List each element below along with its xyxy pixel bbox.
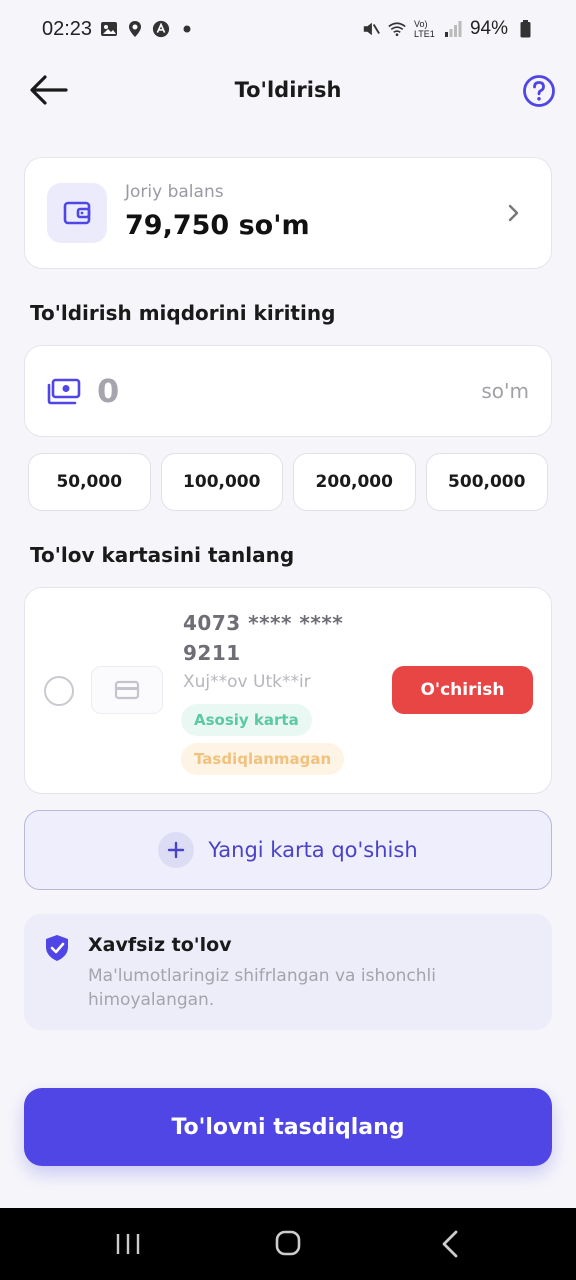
page-title: To'ldirish xyxy=(234,78,342,102)
battery-icon xyxy=(516,20,534,38)
quick-amount-button[interactable]: 100,000 xyxy=(160,453,283,511)
status-time: 02:23 xyxy=(42,17,93,40)
add-card-button[interactable]: Yangi karta qo'shish xyxy=(24,810,552,890)
app-header: To'ldirish xyxy=(0,60,576,124)
amount-section-title: To'ldirish miqdorini kiriting xyxy=(30,301,336,325)
home-button[interactable] xyxy=(268,1226,308,1262)
wallet-icon-box xyxy=(47,183,107,243)
shield-check-icon xyxy=(44,934,70,962)
system-back-button[interactable] xyxy=(430,1226,470,1262)
main-card-badge: Asosiy karta xyxy=(181,704,312,736)
unverified-badge: Tasdiqlanmagan xyxy=(181,743,345,775)
notification-dot-icon xyxy=(178,20,196,38)
card-number: 4073 **** **** 9211 xyxy=(183,611,344,665)
status-bar-right: Vo) LTE1 94% xyxy=(362,18,534,40)
card-radio-button[interactable] xyxy=(44,676,74,706)
wallet-icon xyxy=(63,201,91,225)
amount-unit: so'm xyxy=(481,379,529,403)
confirm-payment-button[interactable]: To'lovni tasdiqlang xyxy=(24,1088,552,1166)
system-nav-bar xyxy=(0,1208,576,1280)
card-holder: Xuj**ov Utk**ir xyxy=(183,672,311,692)
quick-amount-button[interactable]: 50,000 xyxy=(28,453,151,511)
balance-card[interactable]: Joriy balans 79,750 so'm xyxy=(24,157,552,269)
recent-apps-icon xyxy=(116,1234,140,1254)
recent-apps-button[interactable] xyxy=(108,1226,148,1262)
card-thumbnail xyxy=(91,666,163,714)
cash-icon xyxy=(47,378,81,406)
battery-level: 94% xyxy=(469,18,508,39)
amount-input[interactable]: 0 xyxy=(97,368,397,414)
delete-card-button[interactable]: O'chirish xyxy=(392,666,533,714)
balance-value: 79,750 so'm xyxy=(125,210,310,241)
quick-amounts: 50,000 100,000 200,000 500,000 xyxy=(28,453,548,511)
card-section-title: To'lov kartasini tanlang xyxy=(30,543,295,567)
secure-text: Ma'lumotlaringiz shifrlangan va ishonchl… xyxy=(88,966,436,1010)
quick-amount-button[interactable]: 200,000 xyxy=(293,453,416,511)
home-icon xyxy=(275,1230,301,1256)
help-button[interactable] xyxy=(522,74,556,108)
network-label: Vo) LTE1 xyxy=(413,19,435,39)
gallery-icon xyxy=(100,20,118,38)
balance-label: Joriy balans xyxy=(125,182,224,202)
location-icon xyxy=(126,20,144,38)
question-circle-icon xyxy=(523,75,555,107)
quick-amount-button[interactable]: 500,000 xyxy=(425,453,548,511)
chevron-left-icon xyxy=(442,1230,458,1258)
secure-title: Xavfsiz to'lov xyxy=(88,934,232,956)
status-bar: 02:23 Vo) LTE1 94% xyxy=(0,0,576,58)
app-a-icon xyxy=(152,20,170,38)
secure-payment-note: Xavfsiz to'lov Ma'lumotlaringiz shifrlan… xyxy=(24,914,552,1030)
add-card-label: Yangi karta qo'shish xyxy=(208,838,418,862)
amount-input-box[interactable]: 0 so'm xyxy=(24,345,552,437)
signal-icon xyxy=(444,20,462,38)
chevron-right-icon xyxy=(503,202,523,224)
payment-card-item[interactable]: 4073 **** **** 9211 Xuj**ov Utk**ir Asos… xyxy=(24,587,552,794)
mute-icon xyxy=(362,20,380,38)
wifi-icon xyxy=(388,20,406,38)
plus-icon xyxy=(158,832,195,868)
status-bar-left: 02:23 xyxy=(42,18,196,41)
credit-card-icon xyxy=(114,680,140,700)
